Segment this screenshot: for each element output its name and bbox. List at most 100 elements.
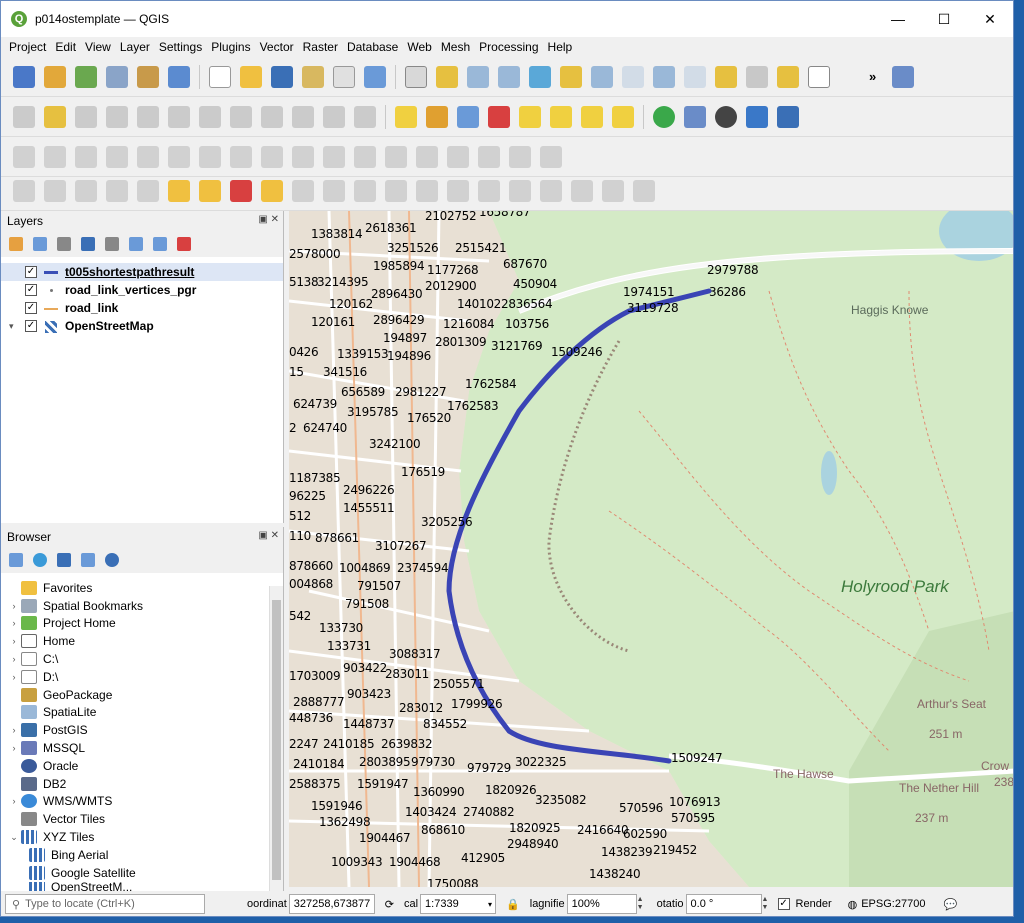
new-map-view-icon[interactable] xyxy=(808,65,830,88)
magnifier-field[interactable]: 100% xyxy=(566,894,637,914)
menu-vector[interactable]: Vector xyxy=(260,40,294,54)
expression-filter-icon[interactable] xyxy=(105,237,119,251)
split-features-icon[interactable] xyxy=(292,145,314,168)
digitize-icon[interactable] xyxy=(106,65,128,88)
geometry-checker-icon[interactable] xyxy=(633,179,655,202)
add-ellipse-icon[interactable] xyxy=(44,179,66,202)
browser-item-bing-aerial[interactable]: Bing Aerial xyxy=(7,846,283,864)
paste-features-icon[interactable] xyxy=(292,105,314,128)
style-manager-icon[interactable] xyxy=(364,65,386,88)
snapping-icon[interactable] xyxy=(44,145,66,168)
change-label-icon[interactable] xyxy=(612,105,634,128)
add-rectangle-icon[interactable] xyxy=(75,179,97,202)
highlight-pinned-labels-icon[interactable] xyxy=(457,105,479,128)
rotation-field[interactable]: 0.0 ° xyxy=(685,894,762,914)
properties-info-icon[interactable] xyxy=(105,553,119,567)
layer-item-vertices[interactable]: ✓ road_link_vertices_pgr xyxy=(1,281,283,299)
panel-float-close-icon[interactable]: ▣ ✕ xyxy=(258,530,279,541)
browser-item-spatial-bookmarks[interactable]: › Spatial Bookmarks xyxy=(7,597,283,615)
magnifier-spinner[interactable]: ▲ ▼ xyxy=(637,896,647,912)
zoom-next-icon[interactable] xyxy=(684,65,706,88)
move-label-icon[interactable] xyxy=(550,105,572,128)
panel-float-close-icon[interactable]: ▣ ✕ xyxy=(258,214,279,225)
browser-item-geopackage[interactable]: GeoPackage xyxy=(7,686,283,704)
text-annotation-icon[interactable] xyxy=(323,179,345,202)
filter-icon[interactable] xyxy=(81,237,95,251)
menu-view[interactable]: View xyxy=(85,40,111,54)
delete-part-icon[interactable] xyxy=(199,145,221,168)
svg-annotation-icon[interactable] xyxy=(354,179,376,202)
html-annotation-icon[interactable] xyxy=(385,179,407,202)
zoom-native-icon[interactable] xyxy=(622,65,644,88)
add-database-layer-icon[interactable] xyxy=(137,65,159,88)
menu-help[interactable]: Help xyxy=(548,40,573,54)
delete-ring-icon[interactable] xyxy=(168,145,190,168)
expand-arrow-icon[interactable]: ▾ xyxy=(9,321,19,332)
layer-visibility-checkbox[interactable]: ✓ xyxy=(25,302,37,314)
trim-extend-icon[interactable] xyxy=(509,145,531,168)
rotate-label-icon[interactable] xyxy=(581,105,603,128)
show-hide-labels-icon[interactable] xyxy=(519,105,541,128)
pin-labels-icon[interactable] xyxy=(488,105,510,128)
menu-layer[interactable]: Layer xyxy=(120,40,150,54)
browser-item-drive-d[interactable]: › D:\ xyxy=(7,668,283,686)
scale-combobox[interactable]: 1:7339 ▾ xyxy=(420,894,497,914)
annotation-icon[interactable] xyxy=(292,179,314,202)
new-print-layout-icon[interactable] xyxy=(302,65,324,88)
plugin-version-icon[interactable] xyxy=(684,105,706,128)
render-checkbox[interactable]: ✓ xyxy=(777,898,790,910)
split-parts-icon[interactable] xyxy=(323,145,345,168)
modify-attributes-icon[interactable] xyxy=(168,105,190,128)
shape-digitize-icon[interactable] xyxy=(540,145,562,168)
identify-icon[interactable] xyxy=(892,65,915,88)
zoom-to-selection-icon[interactable] xyxy=(560,65,582,88)
select-features-icon[interactable] xyxy=(168,179,190,202)
redo-icon[interactable] xyxy=(354,105,376,128)
save-project-icon[interactable] xyxy=(271,65,293,88)
browser-item-spatialite[interactable]: SpatiaLite xyxy=(7,704,283,722)
add-selected-layers-icon[interactable] xyxy=(9,553,23,567)
reshape-icon[interactable] xyxy=(230,145,252,168)
browser-item-oracle[interactable]: Oracle xyxy=(7,757,283,775)
scrollbar-thumb[interactable] xyxy=(272,600,281,880)
menu-web[interactable]: Web xyxy=(407,40,431,54)
browser-item-home[interactable]: › Home xyxy=(7,632,283,650)
menu-project[interactable]: Project xyxy=(9,40,46,54)
show-bookmarks-icon[interactable] xyxy=(746,65,768,88)
cut-features-icon[interactable] xyxy=(230,105,252,128)
locator-search[interactable]: ⚲ Type to locate (Ctrl+K) xyxy=(5,894,205,914)
browser-item-vector-tiles[interactable]: Vector Tiles xyxy=(7,810,283,828)
add-group-icon[interactable] xyxy=(33,237,47,251)
select-by-value-icon[interactable] xyxy=(199,179,221,202)
browser-scrollbar[interactable] xyxy=(269,586,283,891)
field-calc-icon[interactable] xyxy=(571,179,593,202)
filter-icon[interactable] xyxy=(57,553,71,567)
add-polygon-icon[interactable] xyxy=(106,179,128,202)
merge-attributes-icon[interactable] xyxy=(385,145,407,168)
layer-visibility-checkbox[interactable]: ✓ xyxy=(25,266,37,278)
help-icon[interactable] xyxy=(777,105,799,128)
collapse-all-icon[interactable] xyxy=(81,553,95,567)
pan-icon[interactable] xyxy=(405,65,427,88)
layer-visibility-checkbox[interactable]: ✓ xyxy=(25,320,37,332)
plugin-osm-icon[interactable] xyxy=(715,105,737,128)
label-toolbar-icon[interactable] xyxy=(395,105,417,128)
layer-diagram-icon[interactable] xyxy=(426,105,448,128)
collapse-all-icon[interactable] xyxy=(153,237,167,251)
add-feature-icon[interactable] xyxy=(106,105,128,128)
select-location-icon[interactable] xyxy=(261,179,283,202)
form-annotation-icon[interactable] xyxy=(416,179,438,202)
toolbar-overflow-icon[interactable]: » xyxy=(869,69,876,84)
reverse-line-icon[interactable] xyxy=(478,145,500,168)
python-console-icon[interactable] xyxy=(746,105,768,128)
add-circle-icon[interactable] xyxy=(13,179,35,202)
delete-selected-icon[interactable] xyxy=(199,105,221,128)
measure-line-icon[interactable] xyxy=(447,179,469,202)
menu-edit[interactable]: Edit xyxy=(55,40,76,54)
crs-label[interactable]: EPSG:27700 xyxy=(861,898,925,910)
map-canvas[interactable]: Holyrood Park Haggis Knowe Arthur's Seat… xyxy=(289,211,1013,887)
toggle-editing-icon[interactable] xyxy=(44,105,66,128)
browser-item-xyz-tiles[interactable]: ⌄ XYZ Tiles xyxy=(7,828,283,846)
add-ring-icon[interactable] xyxy=(75,145,97,168)
layer-manager-icon[interactable] xyxy=(13,65,35,88)
